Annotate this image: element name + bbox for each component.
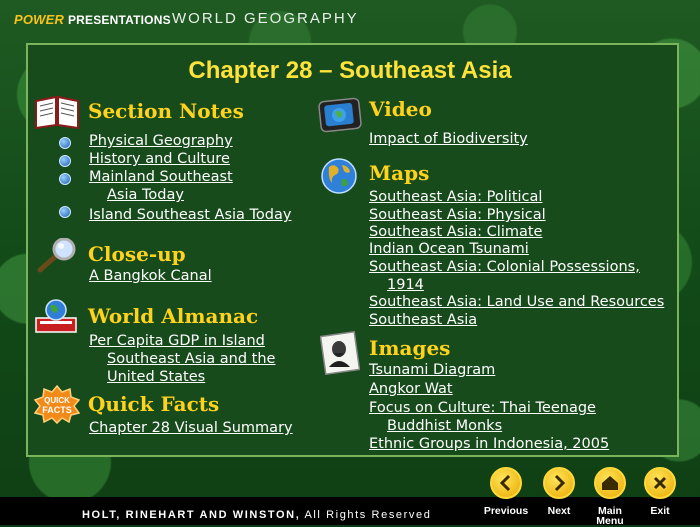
link-tsunami-diagram[interactable]: Tsunami Diagram <box>369 361 495 379</box>
video-heading: Video <box>369 97 432 121</box>
link-impact-of-biodiversity[interactable]: Impact of Biodiversity <box>369 130 528 148</box>
almanac-globe-book-icon <box>35 299 77 333</box>
link-mainland-southeast-asia-today[interactable]: Mainland Southeast Asia Today <box>89 168 233 204</box>
link-map-land-use[interactable]: Southeast Asia: Land Use and Resources <box>369 293 664 311</box>
chapter-title: Chapter 28 – Southeast Asia <box>188 57 512 84</box>
link-line: 1914 <box>387 277 424 293</box>
link-line: Buddhist Monks <box>387 418 503 434</box>
link-line: Focus on Culture: Thai Teenage <box>369 400 596 416</box>
link-physical-geography[interactable]: Physical Geography <box>89 132 233 150</box>
link-map-political[interactable]: Southeast Asia: Political <box>369 188 542 206</box>
globe-icon <box>321 158 357 194</box>
link-line: Mainland Southeast <box>89 169 233 185</box>
chevron-left-icon <box>499 474 511 492</box>
home-icon <box>602 476 618 490</box>
link-line: United States <box>107 369 206 385</box>
chevron-right-icon <box>554 474 566 492</box>
link-map-colonial-possessions[interactable]: Southeast Asia: Colonial Possessions, 19… <box>369 258 640 294</box>
brand-logo: POWER PRESENTATIONS <box>14 12 171 27</box>
exit-label: Exit <box>650 505 670 517</box>
link-bangkok-canal[interactable]: A Bangkok Canal <box>89 267 212 285</box>
link-thai-teenage-buddhist-monks[interactable]: Focus on Culture: Thai Teenage Buddhist … <box>369 399 596 435</box>
main-menu-label: Main Menu <box>596 505 624 527</box>
link-map-climate[interactable]: Southeast Asia: Climate <box>369 223 542 241</box>
bullet-icon <box>59 155 71 167</box>
portrait-image-icon <box>320 331 360 375</box>
link-island-southeast-asia-today[interactable]: Island Southeast Asia Today <box>89 206 291 224</box>
link-map-indian-ocean-tsunami[interactable]: Indian Ocean Tsunami <box>369 240 529 258</box>
publisher-credit: HOLT, RINEHART AND WINSTON, All Rights R… <box>82 509 432 521</box>
link-line: Southeast Asia: Colonial Possessions, <box>369 259 640 275</box>
top-banner: POWER PRESENTATIONS WORLD GEOGRAPHY <box>0 0 700 40</box>
previous-button[interactable] <box>490 467 522 499</box>
previous-label: Previous <box>483 505 529 517</box>
exit-button[interactable] <box>644 467 676 499</box>
bullet-icon <box>59 206 71 218</box>
quick-facts-heading: Quick Facts <box>88 392 220 416</box>
television-icon <box>318 97 362 133</box>
quick-facts-icon: QUICK FACTS <box>33 384 81 424</box>
link-chapter-visual-summary[interactable]: Chapter 28 Visual Summary <box>89 419 293 437</box>
link-ethnic-groups-indonesia[interactable]: Ethnic Groups in Indonesia, 2005 <box>369 435 609 453</box>
bullet-icon <box>59 137 71 149</box>
link-per-capita-gdp[interactable]: Per Capita GDP in Island Southeast Asia … <box>89 332 275 386</box>
next-label: Next <box>547 505 571 517</box>
close-icon <box>653 476 667 490</box>
link-map-southeast-asia[interactable]: Southeast Asia <box>369 311 477 329</box>
link-angkor-wat[interactable]: Angkor Wat <box>369 380 453 398</box>
svg-text:QUICK: QUICK <box>44 396 70 405</box>
link-line: Southeast Asia and the <box>107 351 276 367</box>
link-history-and-culture[interactable]: History and Culture <box>89 150 230 168</box>
main-menu-button[interactable] <box>594 467 626 499</box>
world-almanac-heading: World Almanac <box>88 304 259 328</box>
close-up-heading: Close-up <box>88 242 186 266</box>
maps-heading: Maps <box>369 161 430 185</box>
svg-text:FACTS: FACTS <box>42 405 72 415</box>
bullet-icon <box>59 173 71 185</box>
link-line: Asia Today <box>107 187 184 203</box>
open-book-icon <box>35 95 79 129</box>
images-heading: Images <box>369 336 451 360</box>
next-button[interactable] <box>543 467 575 499</box>
magnifying-glass-icon <box>37 238 76 273</box>
section-notes-heading: Section Notes <box>88 99 244 123</box>
link-line: Per Capita GDP in Island <box>89 333 265 349</box>
link-map-physical[interactable]: Southeast Asia: Physical <box>369 206 546 224</box>
series-title: WORLD GEOGRAPHY <box>172 10 359 27</box>
